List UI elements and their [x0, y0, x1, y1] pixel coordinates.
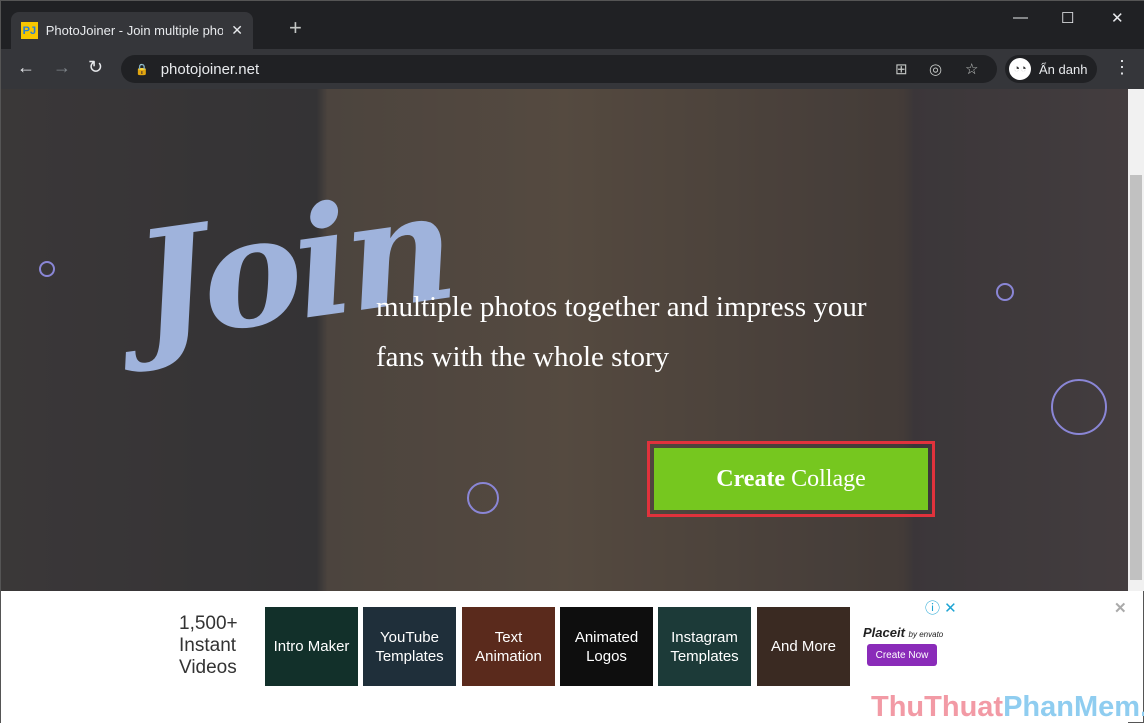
new-tab-icon[interactable]: + [289, 15, 302, 41]
close-window-icon[interactable]: ✕ [1111, 9, 1124, 27]
ad-headline-line: 1,500+ [179, 613, 238, 634]
ad-tile[interactable]: Instagram Templates [658, 607, 751, 686]
tab-photojoiner[interactable]: PJ PhotoJoiner - Join multiple photos to… [11, 12, 253, 49]
profile-label: Ẩn danh [1039, 61, 1088, 77]
incognito-icon: ◔◔ [1009, 58, 1031, 80]
tab-strip: PJ PhotoJoiner - Join multiple photos to… [1, 1, 1144, 49]
decor-circle [39, 261, 55, 277]
star-icon[interactable]: ☆ [965, 60, 978, 78]
tracking-eye-icon[interactable]: ◎ [929, 60, 942, 78]
reload-icon[interactable]: ↻ [88, 57, 103, 78]
watermark-part: PhanMem.vn [1003, 691, 1144, 723]
ad-tile[interactable]: YouTube Templates [363, 607, 456, 686]
hero-tagline: multiple photos together and impress you… [376, 291, 867, 373]
ad-tile[interactable]: And More [757, 607, 850, 686]
brand-name: Placeit [863, 625, 905, 640]
decor-circle [996, 283, 1014, 301]
cta-highlight: Create Collage [647, 441, 935, 517]
ad-tile[interactable]: Animated Logos [560, 607, 653, 686]
ad-headline-line: Instant [179, 635, 237, 656]
lock-icon[interactable]: 🔒 [135, 63, 149, 76]
translate-icon[interactable]: ⊞ [895, 60, 908, 78]
menu-icon[interactable]: ⋮ [1113, 57, 1131, 78]
close-tab-icon[interactable]: ✕ [231, 22, 243, 39]
ad-banner[interactable]: 1,500+ Instant Videos Intro Maker YouTub… [1, 591, 1144, 724]
ad-headline: 1,500+ Instant Videos [179, 613, 238, 679]
ad-info-icon[interactable]: ⓘ ✕ [925, 597, 957, 618]
watermark-part: ThuThuat [871, 691, 1004, 723]
ad-tile[interactable]: Intro Maker [265, 607, 358, 686]
ad-close-icon[interactable]: ✕ [1114, 599, 1127, 617]
decor-circle [1051, 379, 1107, 435]
address-bar[interactable]: 🔒 photojoiner.net ⊞ ◎ ☆ [121, 55, 997, 83]
minimize-icon[interactable]: — [1013, 9, 1028, 26]
favicon: PJ [21, 22, 38, 39]
create-collage-button[interactable]: Create Collage [654, 448, 928, 510]
maximize-icon[interactable]: ☐ [1061, 9, 1074, 27]
forward-icon[interactable]: → [53, 57, 71, 78]
url-text: photojoiner.net [160, 60, 260, 78]
scrollbar-thumb[interactable] [1130, 175, 1142, 580]
ad-headline-line: Videos [179, 657, 237, 678]
cta-bold: Create [716, 465, 786, 492]
back-icon[interactable]: ← [17, 57, 35, 78]
tab-title: PhotoJoiner - Join multiple photos toget… [45, 23, 224, 38]
hero-section: Join multiple photos together and impres… [1, 89, 1128, 591]
placeit-logo: Placeit by envato [863, 625, 943, 640]
create-now-button[interactable]: Create Now [867, 644, 937, 666]
ad-tile[interactable]: Text Animation [462, 607, 555, 686]
decor-circle [467, 482, 499, 514]
watermark: ThuThuatPhanMem.vn [871, 691, 1144, 724]
toolbar: ← → ↻ 🔒 photojoiner.net ⊞ ◎ ☆ ◔◔ Ẩn danh… [1, 49, 1144, 89]
scrollbar[interactable] [1128, 89, 1144, 591]
incognito-badge[interactable]: ◔◔ Ẩn danh [1005, 55, 1098, 83]
cta-rest: Collage [791, 465, 866, 492]
brand-by: by envato [908, 630, 944, 639]
